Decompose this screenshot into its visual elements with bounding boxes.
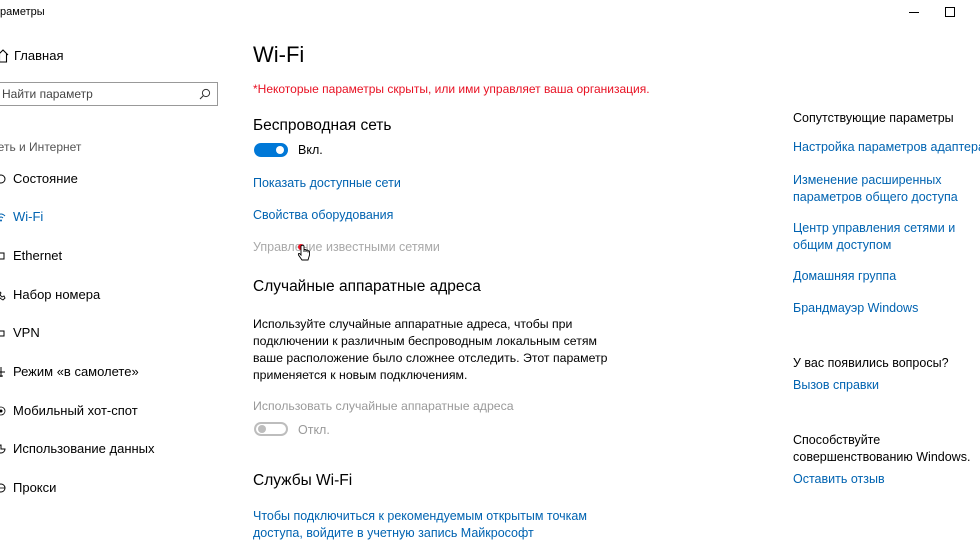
hotspot-icon bbox=[0, 405, 6, 417]
wireless-heading: Беспроводная сеть bbox=[253, 117, 391, 135]
feedback-heading-line: совершенствованию Windows. bbox=[793, 449, 970, 466]
random-address-toggle[interactable] bbox=[254, 422, 288, 436]
window-title: Параметры bbox=[0, 6, 45, 18]
give-feedback-link[interactable]: Оставить отзыв bbox=[793, 472, 885, 486]
wireless-toggle-state: Вкл. bbox=[298, 143, 323, 157]
random-address-toggle-label: Использовать случайные аппаратные адреса bbox=[253, 399, 514, 413]
sidebar-item-label: VPN bbox=[13, 325, 40, 340]
maximize-button[interactable] bbox=[942, 4, 958, 20]
homegroup-link[interactable]: Домашняя группа bbox=[793, 269, 896, 283]
section-label: Сеть и Интернет bbox=[0, 140, 81, 154]
home-icon bbox=[0, 49, 9, 63]
get-help-link[interactable]: Вызов справки bbox=[793, 378, 879, 392]
link-line: параметров общего доступа bbox=[793, 189, 958, 206]
sidebar-item-label: Ethernet bbox=[13, 248, 62, 263]
sidebar-item-label: Прокси bbox=[13, 480, 56, 495]
policy-warning: *Некоторые параметры скрыты, или ими упр… bbox=[253, 82, 650, 96]
data-usage-icon bbox=[0, 443, 6, 455]
firewall-link[interactable]: Брандмауэр Windows bbox=[793, 301, 918, 315]
sidebar-item-label: Мобильный хот-спот bbox=[13, 403, 138, 418]
sidebar-item-status[interactable]: Состояние bbox=[0, 164, 230, 194]
manage-known-networks-link[interactable]: Управление известными сетями bbox=[253, 240, 440, 254]
minimize-button[interactable] bbox=[906, 4, 922, 20]
feedback-heading-line: Способствуйте bbox=[793, 432, 970, 449]
wifi-services-link[interactable]: Чтобы подключиться к рекомендуемым откры… bbox=[253, 508, 587, 541]
link-line: Чтобы подключиться к рекомендуемым откры… bbox=[253, 508, 587, 525]
random-address-description: Используйте случайные аппаратные адреса,… bbox=[253, 316, 613, 384]
sidebar-item-proxy[interactable]: Прокси bbox=[0, 473, 230, 503]
wifi-icon bbox=[0, 211, 6, 223]
sidebar-item-label: Режим «в самолете» bbox=[13, 364, 139, 379]
search-input[interactable] bbox=[0, 83, 192, 105]
sharing-settings-link[interactable]: Изменение расширенных параметров общего … bbox=[793, 172, 958, 205]
search-box[interactable] bbox=[0, 82, 218, 106]
sidebar-item-ethernet[interactable]: Ethernet bbox=[0, 241, 230, 271]
random-address-toggle-state: Откл. bbox=[298, 423, 330, 437]
search-icon[interactable] bbox=[199, 88, 211, 100]
hardware-properties-link[interactable]: Свойства оборудования bbox=[253, 208, 393, 222]
sidebar-item-wifi[interactable]: Wi-Fi bbox=[0, 202, 230, 232]
hand-cursor-icon bbox=[297, 243, 311, 263]
vpn-icon bbox=[0, 327, 6, 339]
related-heading: Сопутствующие параметры bbox=[793, 111, 954, 125]
sidebar-item-label: Состояние bbox=[13, 171, 78, 186]
description-line: ваше расположение было сложнее отследить… bbox=[253, 350, 613, 367]
phone-icon bbox=[0, 289, 6, 301]
link-line: доступа, войдите в учетную запись Майкро… bbox=[253, 525, 587, 541]
globe-icon bbox=[0, 482, 6, 494]
adapter-settings-link[interactable]: Настройка параметров адаптера bbox=[793, 140, 980, 154]
ethernet-icon bbox=[0, 250, 6, 262]
wifi-services-heading: Службы Wi-Fi bbox=[253, 472, 352, 490]
airplane-icon bbox=[0, 366, 6, 378]
sidebar-item-dialup[interactable]: Набор номера bbox=[0, 280, 230, 310]
help-heading: У вас появились вопросы? bbox=[793, 356, 949, 370]
link-line: Изменение расширенных bbox=[793, 172, 958, 189]
sidebar-item-vpn[interactable]: VPN bbox=[0, 318, 230, 348]
sidebar-item-label: Wi-Fi bbox=[13, 209, 43, 224]
link-line: общим доступом bbox=[793, 237, 955, 254]
sidebar-item-airplane[interactable]: Режим «в самолете» bbox=[0, 357, 230, 387]
show-networks-link[interactable]: Показать доступные сети bbox=[253, 176, 401, 190]
description-line: применяется к новым подключениям. bbox=[253, 367, 613, 384]
sidebar-item-label: Набор номера bbox=[13, 287, 100, 302]
wireless-toggle[interactable] bbox=[254, 143, 288, 157]
network-center-link[interactable]: Центр управления сетями и общим доступом bbox=[793, 220, 955, 253]
home-link[interactable]: Главная bbox=[14, 48, 63, 63]
feedback-heading: Способствуйте совершенствованию Windows. bbox=[793, 432, 970, 465]
sidebar-item-label: Использование данных bbox=[13, 441, 155, 456]
globe-icon bbox=[0, 173, 6, 185]
sidebar-item-hotspot[interactable]: Мобильный хот-спот bbox=[0, 396, 230, 426]
page-title: Wi-Fi bbox=[253, 42, 304, 68]
sidebar-item-data-usage[interactable]: Использование данных bbox=[0, 434, 230, 464]
title-bar: Параметры bbox=[0, 0, 980, 26]
description-line: подключении к различным беспроводным лок… bbox=[253, 333, 613, 350]
random-address-heading: Случайные аппаратные адреса bbox=[253, 278, 481, 296]
description-line: Используйте случайные аппаратные адреса,… bbox=[253, 316, 613, 333]
link-line: Центр управления сетями и bbox=[793, 220, 955, 237]
